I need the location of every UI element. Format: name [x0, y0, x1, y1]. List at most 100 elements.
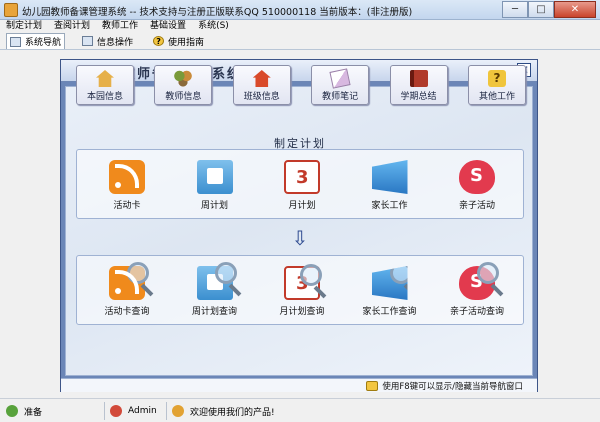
tab-label: 信息操作	[97, 37, 134, 48]
teacher-info-button[interactable]: 教师信息	[154, 65, 213, 105]
tab-label: 使用指南	[168, 37, 205, 48]
heart-search-icon	[459, 262, 499, 300]
weekly-plan-query-button[interactable]: 周计划查询	[175, 262, 255, 317]
main-area: 幼儿园教师备课管理系统 ✕ 本园信息 教师信息 班级信息	[0, 50, 600, 398]
plan-group: 活动卡 周计划 月计划 家长工作	[76, 149, 524, 219]
other-work-button[interactable]: ? 其他工作	[467, 65, 526, 105]
menu-view-plan[interactable]: 查阅计划	[48, 20, 96, 33]
calendar-icon	[284, 160, 320, 194]
help-icon: ?	[153, 36, 165, 46]
window-controls: ─ □ ✕	[502, 1, 596, 18]
item-label: 周计划	[200, 201, 228, 211]
heart-icon	[459, 160, 495, 194]
term-summary-button[interactable]: 学期总结	[389, 65, 448, 105]
parent-work-query-button[interactable]: 家长工作查询	[350, 266, 430, 317]
weekly-plan-button[interactable]: 周计划	[175, 160, 255, 211]
item-label: 活动卡	[113, 201, 141, 211]
menu-teacher-work[interactable]: 教师工作	[96, 20, 144, 33]
status-user-text: Admin	[128, 406, 157, 416]
item-label: 周计划查询	[191, 307, 237, 317]
rss-search-icon	[109, 262, 149, 300]
activity-card-button[interactable]: 活动卡	[87, 160, 167, 211]
statusbar: 准备 Admin 欢迎使用我们的产品!	[0, 398, 600, 422]
folder-search-icon	[196, 262, 237, 300]
maximize-button[interactable]: □	[528, 1, 554, 18]
calendar-search-icon	[284, 264, 322, 300]
close-button[interactable]: ✕	[554, 1, 596, 18]
magnifier-icon	[300, 264, 322, 286]
item-label: 家长工作	[371, 201, 408, 211]
home-icon	[252, 70, 271, 87]
hint-label: 使用F8键可以显示/隐藏当前导航窗口	[382, 382, 523, 392]
question-icon: ?	[487, 70, 506, 87]
down-arrow-icon: ⇩	[291, 226, 309, 250]
teacher-notes-button[interactable]: 教师笔记	[311, 65, 370, 105]
mail-icon	[371, 160, 408, 194]
query-group: 活动卡查询 周计划查询 月计划查询 家长工作查询	[76, 255, 524, 325]
status-separator	[166, 402, 167, 420]
hint-text: 使用F8键可以显示/隐藏当前导航窗口	[366, 380, 523, 392]
query-items: 活动卡查询 周计划查询 月计划查询 家长工作查询	[87, 262, 517, 317]
info-button-row: 本园信息 教师信息 班级信息 教师笔记 学期总结 ? 其他工作	[76, 65, 526, 109]
plan-items: 活动卡 周计划 月计划 家长工作	[87, 160, 517, 211]
item-label: 亲子活动查询	[449, 307, 504, 317]
rss-icon	[109, 160, 145, 194]
status-separator	[104, 402, 105, 420]
button-label: 教师信息	[165, 92, 202, 102]
item-label: 月计划	[288, 201, 316, 211]
button-label: 其他工作	[478, 92, 515, 102]
status-welcome-text: 欢迎使用我们的产品!	[190, 407, 275, 418]
magnifier-icon	[477, 262, 499, 284]
tab-label: 系统导航	[25, 38, 62, 48]
magnifier-icon	[127, 262, 149, 284]
item-label: 月计划查询	[279, 307, 325, 317]
button-label: 本园信息	[86, 92, 123, 102]
ready-icon	[6, 405, 18, 417]
status-ready: 准备	[6, 403, 42, 419]
user-icon	[110, 405, 122, 417]
monthly-plan-query-button[interactable]: 月计划查询	[262, 264, 342, 317]
tab-user-guide[interactable]: ? 使用指南	[150, 34, 207, 49]
book-icon	[409, 70, 428, 87]
panel-footer: 使用F8键可以显示/隐藏当前导航窗口	[61, 378, 537, 392]
toolbar: 系统导航 信息操作 ? 使用指南	[0, 33, 600, 50]
activity-card-query-button[interactable]: 活动卡查询	[87, 262, 167, 317]
menubar: 制定计划 查阅计划 教师工作 基础设置 系统(S)	[0, 20, 600, 33]
magnifier-icon	[214, 262, 237, 284]
item-label: 亲子活动	[458, 201, 495, 211]
magnifier-icon	[389, 266, 408, 284]
menu-basic-settings[interactable]: 基础设置	[144, 20, 192, 33]
house-icon	[96, 70, 114, 87]
button-label: 学期总结	[400, 92, 437, 102]
tab-system-nav[interactable]: 系统导航	[6, 33, 66, 49]
class-info-button[interactable]: 班级信息	[232, 65, 291, 105]
hint-icon	[366, 381, 379, 391]
navigation-panel: 幼儿园教师备课管理系统 ✕ 本园信息 教师信息 班级信息	[60, 59, 538, 392]
status-user: Admin	[110, 403, 157, 419]
people-icon	[174, 70, 193, 87]
menu-make-plan[interactable]: 制定计划	[0, 20, 48, 33]
panel-body: 本园信息 教师信息 班级信息 教师笔记 学期总结 ? 其他工作 制定计划 活动卡…	[65, 65, 533, 376]
window-icon	[82, 36, 94, 46]
monthly-plan-button[interactable]: 月计划	[262, 160, 342, 211]
window-titlebar: 幼儿园教师备课管理系统 -- 技术支持与注册正版联系QQ 510000118 当…	[0, 0, 600, 20]
item-label: 家长工作查询	[362, 307, 417, 317]
parent-child-activity-button[interactable]: 亲子活动	[437, 160, 517, 211]
note-icon	[329, 68, 351, 89]
minimize-button[interactable]: ─	[502, 1, 528, 18]
window-title: 幼儿园教师备课管理系统 -- 技术支持与注册正版联系QQ 510000118 当…	[22, 7, 413, 18]
welcome-icon	[172, 405, 184, 417]
app-icon	[4, 3, 18, 17]
monitor-icon	[10, 36, 21, 47]
status-ready-text: 准备	[24, 407, 43, 418]
parent-child-activity-query-button[interactable]: 亲子活动查询	[437, 262, 517, 317]
button-label: 班级信息	[243, 92, 280, 102]
menu-system[interactable]: 系统(S)	[192, 20, 235, 33]
mail-search-icon	[371, 266, 408, 300]
status-welcome: 欢迎使用我们的产品!	[172, 403, 275, 419]
item-label: 活动卡查询	[104, 307, 150, 317]
school-info-button[interactable]: 本园信息	[76, 65, 134, 105]
parent-work-button[interactable]: 家长工作	[350, 160, 430, 211]
tab-info-ops[interactable]: 信息操作	[79, 34, 136, 49]
folder-icon	[196, 160, 233, 194]
